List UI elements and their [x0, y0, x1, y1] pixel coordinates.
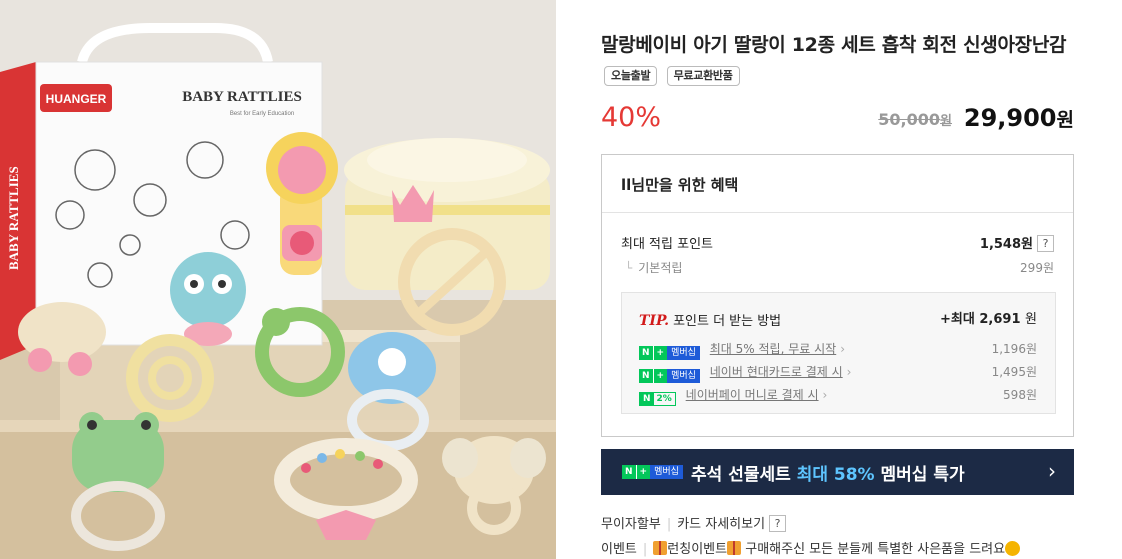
product-info: 말랑베이비 아기 딸랑이 12종 세트 흡착 회전 신생아장난감 오늘출발 무료…	[601, 30, 1076, 92]
max-points-value-wrap: 1,548원?	[980, 233, 1054, 252]
card-help-button[interactable]: ?	[769, 515, 787, 532]
tip-item-membership[interactable]: N + 멤버십 최대 5% 적립, 무료 시작 › 1,196원	[639, 340, 1037, 360]
box-subtitle: Best for Early Education	[230, 111, 294, 117]
membership-promo-banner[interactable]: N + 멤버십 추석 선물세트 최대 58% 멤버십 특가 ›	[601, 449, 1074, 495]
event-launch-link[interactable]: 런칭이벤트	[667, 542, 727, 557]
card-detail-link[interactable]: 카드 자세히보기	[677, 517, 765, 532]
tip-link-card[interactable]: 네이버 현대카드로 결제 시	[710, 365, 843, 379]
tip-link-membership[interactable]: 최대 5% 적립, 무료 시작	[710, 342, 836, 356]
benefit-heading: ll님만을 위한 혜택	[602, 155, 1073, 213]
naver-membership-badge: N + 멤버십	[622, 465, 683, 479]
basic-points-label: 기본적립	[638, 261, 683, 275]
benefit-panel: ll님만을 위한 혜택 최대 적립 포인트 1,548원? └ 기본적립 299원…	[601, 154, 1074, 437]
tip-item-money[interactable]: N 2% 네이버페이 머니로 결제 시 › 598원	[639, 386, 1037, 406]
event-label: 이벤트	[601, 542, 637, 557]
badge-today-shipping: 오늘출발	[604, 66, 658, 86]
points-help-button[interactable]: ?	[1037, 235, 1054, 252]
smile-emoji-icon	[1005, 541, 1021, 556]
product-photo: HUANGER BABY RATTLIES Best for Early Edu…	[0, 0, 556, 559]
max-points-row: 최대 적립 포인트 1,548원?	[621, 233, 1054, 252]
event-row: 이벤트 | 런칭이벤트 구매해주신 모든 분들께 특별한 사은품을 드려요	[601, 538, 1021, 557]
installment-link[interactable]: 무이자할부	[601, 517, 661, 532]
box-title: BABY RATTLIES	[182, 89, 302, 105]
product-title-text: 말랑베이비 아기 딸랑이 12종 세트 흡착 회전 신생아장난감	[601, 34, 1067, 56]
chevron-right-icon: ›	[846, 365, 852, 379]
tip-item-card[interactable]: N + 멤버십 네이버 현대카드로 결제 시 › 1,495원	[639, 363, 1037, 383]
storage-jar	[344, 138, 550, 290]
tip-title: TIP. 포인트 더 받는 방법	[639, 310, 781, 329]
badge-free-return: 무료교환반품	[666, 66, 740, 86]
box-brand: HUANGER	[46, 92, 107, 106]
max-points-label: 최대 적립 포인트	[621, 237, 713, 252]
naver-membership-badge: N + 멤버십	[639, 369, 700, 383]
chevron-right-icon: ›	[1048, 459, 1056, 483]
banner-text: 추석 선물세트 최대 58% 멤버십 특가	[691, 465, 965, 485]
chevron-right-icon: ›	[840, 342, 846, 356]
basic-points-row: └ 기본적립 299원	[621, 259, 1054, 276]
chevron-right-icon: ›	[822, 388, 828, 402]
tip-max-points: +최대 2,691 원	[940, 312, 1037, 327]
box-side-text: BABY RATTLIES	[6, 166, 21, 270]
gift-icon	[727, 541, 742, 555]
tip-amount-membership: 1,196원	[991, 342, 1037, 356]
basic-points-value: 299원	[1020, 261, 1054, 275]
price-row: 40% 50,000원 29,900원	[601, 102, 1074, 138]
tip-link-money[interactable]: 네이버페이 머니로 결제 시	[686, 388, 819, 402]
tree-line-icon: └	[625, 261, 633, 275]
naver-pay-2percent-badge: N 2%	[639, 392, 676, 406]
gift-icon	[653, 541, 668, 555]
naver-membership-badge: N + 멤버십	[639, 346, 700, 360]
product-image[interactable]: HUANGER BABY RATTLIES Best for Early Edu…	[0, 0, 556, 559]
product-title: 말랑베이비 아기 딸랑이 12종 세트 흡착 회전 신생아장난감 오늘출발 무료…	[601, 30, 1076, 92]
tip-box: TIP. 포인트 더 받는 방법 +최대 2,691 원 N + 멤버십 최대 5% …	[621, 292, 1056, 414]
tip-label: TIP.	[639, 313, 670, 329]
payment-links: 무이자할부 | 카드 자세히보기?	[601, 513, 787, 532]
sale-price: 29,900원	[963, 104, 1074, 132]
discount-rate: 40%	[601, 102, 662, 133]
tip-amount-money: 598원	[1003, 388, 1037, 402]
tip-amount-card: 1,495원	[991, 365, 1037, 379]
max-points-value: 1,548원	[979, 237, 1033, 252]
original-price: 50,000원	[878, 110, 952, 129]
event-desc[interactable]: 구매해주신 모든 분들께 특별한 사은품을 드려요	[745, 542, 1005, 557]
tip-title-text: 포인트 더 받는 방법	[673, 314, 782, 329]
